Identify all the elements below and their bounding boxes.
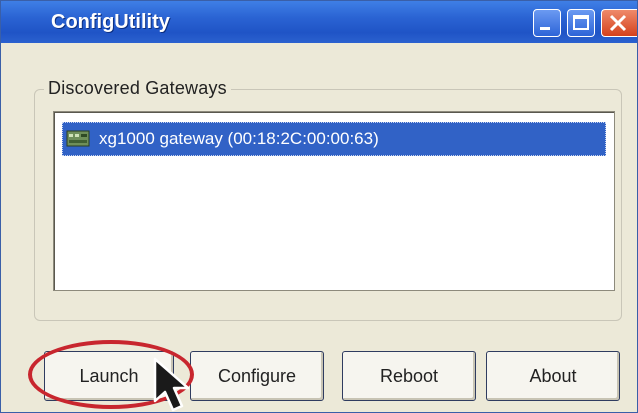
window-title: ConfigUtility [51, 11, 170, 33]
configure-button[interactable]: Configure [190, 351, 324, 401]
title-bar[interactable]: ConfigUtility [1, 1, 637, 43]
gateway-list-item-label: xg1000 gateway (00:18:2C:00:00:63) [99, 129, 379, 148]
close-button[interactable] [601, 9, 637, 37]
close-icon [609, 14, 627, 32]
about-button[interactable]: About [486, 351, 620, 401]
minimize-button[interactable] [533, 9, 561, 37]
gateway-list-item[interactable]: xg1000 gateway (00:18:2C:00:00:63) [62, 122, 606, 156]
maximize-button[interactable] [567, 9, 595, 37]
reboot-button[interactable]: Reboot [342, 351, 476, 401]
maximize-icon [573, 15, 589, 30]
gateway-list[interactable]: xg1000 gateway (00:18:2C:00:00:63) [53, 111, 615, 291]
gateway-icon [66, 130, 90, 147]
group-label: Discovered Gateways [44, 75, 231, 101]
minimize-icon [540, 27, 550, 30]
mouse-pointer-icon [153, 357, 190, 412]
config-utility-window: ConfigUtility Discovered Gateways xg1000… [0, 0, 638, 413]
